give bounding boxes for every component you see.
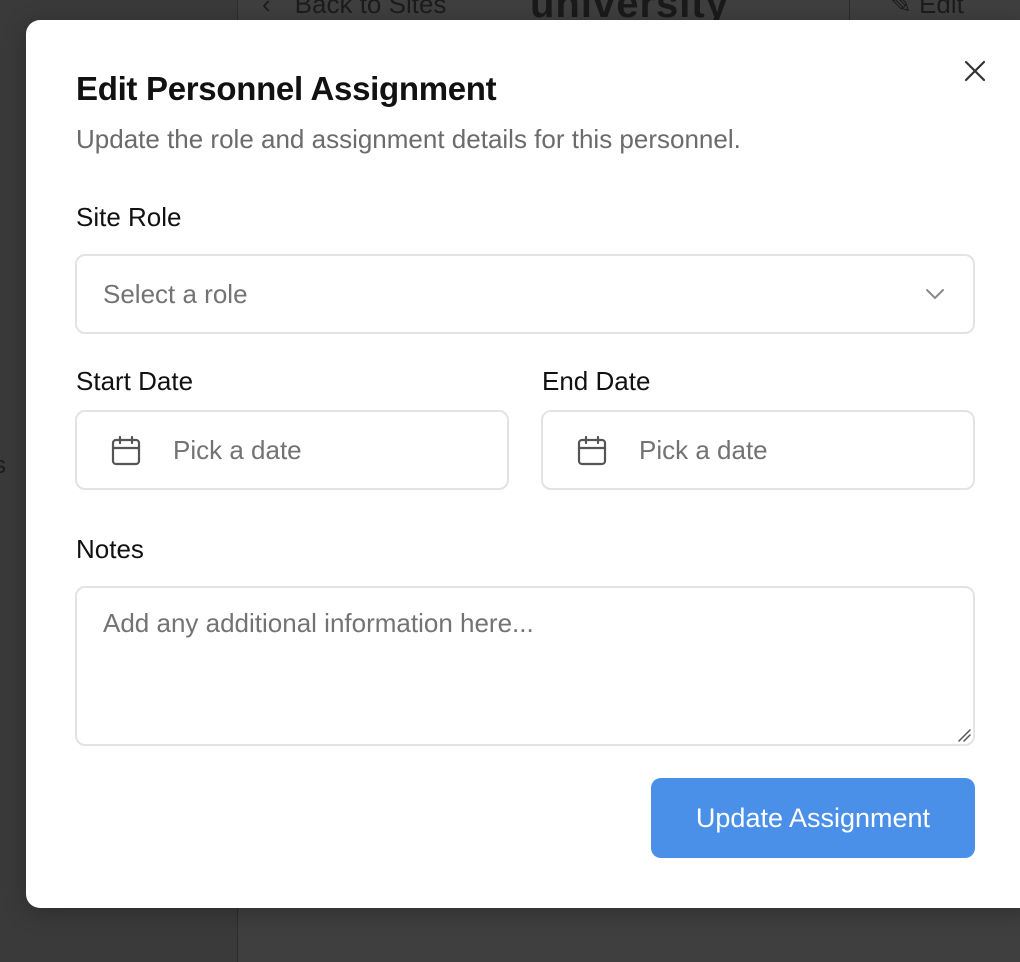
end-date-picker[interactable]: Pick a date <box>541 410 975 490</box>
site-role-select[interactable]: Select a role <box>75 254 975 334</box>
close-button[interactable] <box>960 56 990 86</box>
notes-placeholder: Add any additional information here... <box>103 608 534 638</box>
resize-handle-icon[interactable] <box>955 726 971 742</box>
calendar-icon <box>111 435 141 466</box>
start-date-picker[interactable]: Pick a date <box>75 410 509 490</box>
background-back-link-text: Back to Sites <box>294 0 447 19</box>
background-text-fragment: s <box>0 452 6 479</box>
close-icon <box>964 60 986 82</box>
site-role-label: Site Role <box>76 202 182 232</box>
notes-label: Notes <box>76 534 144 564</box>
back-arrow-icon: ‹ <box>262 0 271 19</box>
end-date-label: End Date <box>542 366 651 396</box>
start-date-label: Start Date <box>76 366 194 396</box>
dialog-subtitle: Update the role and assignment details f… <box>76 124 741 154</box>
dialog-title: Edit Personnel Assignment <box>76 70 497 107</box>
notes-textarea[interactable]: Add any additional information here... <box>75 586 975 746</box>
calendar-icon <box>577 435 607 466</box>
chevron-down-icon <box>926 289 944 299</box>
site-role-placeholder: Select a role <box>103 279 248 309</box>
start-date-placeholder: Pick a date <box>173 435 302 465</box>
update-assignment-button[interactable]: Update Assignment <box>651 778 975 858</box>
end-date-placeholder: Pick a date <box>639 435 768 465</box>
background-edit-text: Edit <box>919 0 964 19</box>
background-divider <box>849 0 850 22</box>
pencil-icon: ✎ <box>890 0 912 19</box>
edit-assignment-dialog: Edit Personnel Assignment Update the rol… <box>26 20 1020 908</box>
